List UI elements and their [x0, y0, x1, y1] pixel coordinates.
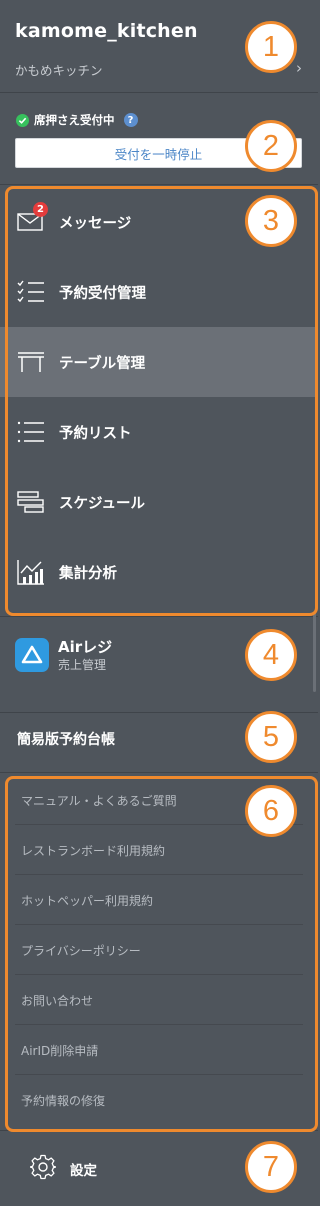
callout-4: 4 [245, 629, 297, 681]
divider [0, 184, 318, 185]
divider [0, 616, 318, 617]
scrollbar[interactable] [313, 612, 316, 692]
settings-label: 設定 [70, 1163, 97, 1179]
callout-7: 7 [245, 1141, 297, 1193]
air-regi-logo-icon[interactable] [15, 638, 49, 672]
help-icon[interactable]: ? [123, 113, 138, 127]
callout-2: 2 [245, 120, 297, 172]
settings-button[interactable]: 設定 [29, 1154, 97, 1184]
simple-reservation-book-link[interactable]: 簡易版予約台帳 [17, 729, 115, 749]
callout-3: 3 [245, 195, 297, 247]
divider [0, 92, 318, 93]
callout-1: 1 [245, 21, 297, 73]
highlight-nav-menu [5, 186, 318, 616]
reservation-status: 席押さえ受付中 ? [16, 112, 138, 128]
check-circle-icon [16, 113, 29, 127]
air-regi-name[interactable]: Airレジ [58, 636, 112, 657]
store-subtitle[interactable]: かもめキッチン [15, 60, 103, 79]
air-regi-subtitle[interactable]: 売上管理 [58, 656, 106, 673]
chevron-right-icon[interactable]: › [296, 59, 302, 77]
divider [0, 772, 318, 773]
callout-5: 5 [245, 711, 297, 763]
gear-icon [29, 1154, 57, 1184]
status-label: 席押さえ受付中 [34, 113, 115, 127]
store-name[interactable]: kamome_kitchen [15, 20, 198, 42]
callout-6: 6 [245, 785, 297, 837]
